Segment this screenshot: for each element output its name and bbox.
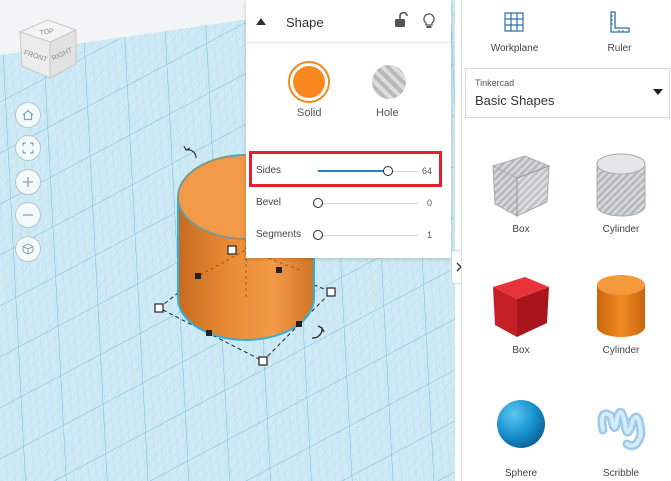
solid-option-button[interactable] (288, 61, 330, 103)
shape-label: Sphere (504, 468, 538, 479)
collapse-panel-button[interactable] (254, 14, 268, 28)
bevel-slider-handle[interactable] (313, 198, 323, 208)
shapes-sidebar: Workplane Ruler Tinkercad Basic Shapes B… (461, 0, 671, 481)
zoom-in-icon (23, 177, 33, 187)
shape-sphere[interactable]: Sphere (471, 384, 571, 481)
shape-box-solid[interactable]: Box (471, 261, 571, 371)
shape-scribble[interactable]: Scribble (571, 384, 671, 481)
box-solid-icon (493, 277, 549, 337)
bevel-label: Bevel (256, 197, 282, 208)
shape-label: Cylinder (602, 345, 640, 356)
shape-label: Box (512, 345, 530, 356)
zoom-in-button[interactable] (15, 169, 41, 195)
perspective-icon (22, 243, 34, 255)
shape-panel-title: Shape (286, 15, 324, 30)
shape-cylinder-hole[interactable]: Cylinder (571, 140, 671, 250)
segments-slider-handle[interactable] (313, 230, 323, 240)
hole-label: Hole (376, 107, 399, 119)
shape-label: Scribble (602, 468, 640, 479)
bevel-slider-track[interactable] (318, 203, 418, 204)
shape-library-dropdown[interactable]: Tinkercad Basic Shapes (465, 68, 670, 118)
workplane-label: Workplane (490, 43, 539, 54)
shape-panel-header: Shape (246, 0, 451, 43)
dropdown-caret-icon (653, 89, 663, 95)
workplane-icon (504, 12, 524, 32)
home-view-button[interactable] (15, 102, 41, 128)
segments-slider-track[interactable] (318, 235, 418, 236)
unlock-icon (395, 11, 408, 27)
shape-box-hole[interactable]: Box (471, 140, 571, 250)
property-row-segments: Segments 1 (246, 221, 451, 251)
box-hole-icon (491, 155, 551, 217)
hole-swatch (372, 65, 406, 99)
workplane-tool-button[interactable]: Workplane (462, 0, 567, 60)
shape-label: Box (512, 224, 530, 235)
zoom-out-icon (23, 214, 33, 216)
fit-view-icon (22, 142, 34, 154)
library-source-label: Tinkercad (475, 78, 515, 88)
scribble-icon (597, 407, 646, 451)
visibility-button[interactable] (422, 12, 436, 30)
view-cube[interactable]: TOP FRONT RIGHT (16, 16, 80, 80)
home-icon (22, 109, 34, 121)
ruler-label: Ruler (607, 43, 632, 54)
lightbulb-icon (423, 13, 435, 28)
property-row-bevel: Bevel 0 (246, 189, 451, 219)
shape-inspector-panel: Shape Solid Hole Sides 64 Bevel 0 Segmen… (246, 0, 451, 258)
sides-highlight-annotation (249, 151, 442, 187)
zoom-out-button[interactable] (15, 202, 41, 228)
ruler-tool-button[interactable]: Ruler (567, 0, 671, 60)
sphere-icon (497, 400, 545, 448)
hole-option-button[interactable] (368, 61, 410, 103)
cylinder-hole-icon (596, 153, 646, 217)
cylinder-solid-icon (597, 275, 645, 337)
shape-label: Cylinder (602, 224, 640, 235)
lock-button[interactable] (394, 11, 408, 30)
segments-label: Segments (256, 229, 302, 240)
segments-value[interactable]: 1 (427, 230, 432, 240)
caret-up-icon (256, 17, 266, 25)
ruler-icon (610, 11, 630, 33)
perspective-button[interactable] (15, 236, 41, 262)
solid-label: Solid (297, 107, 322, 119)
library-name: Basic Shapes (475, 93, 555, 108)
fit-view-button[interactable] (15, 135, 41, 161)
shape-cylinder-solid[interactable]: Cylinder (571, 261, 671, 371)
bevel-value[interactable]: 0 (427, 198, 432, 208)
solid-swatch (293, 66, 325, 98)
